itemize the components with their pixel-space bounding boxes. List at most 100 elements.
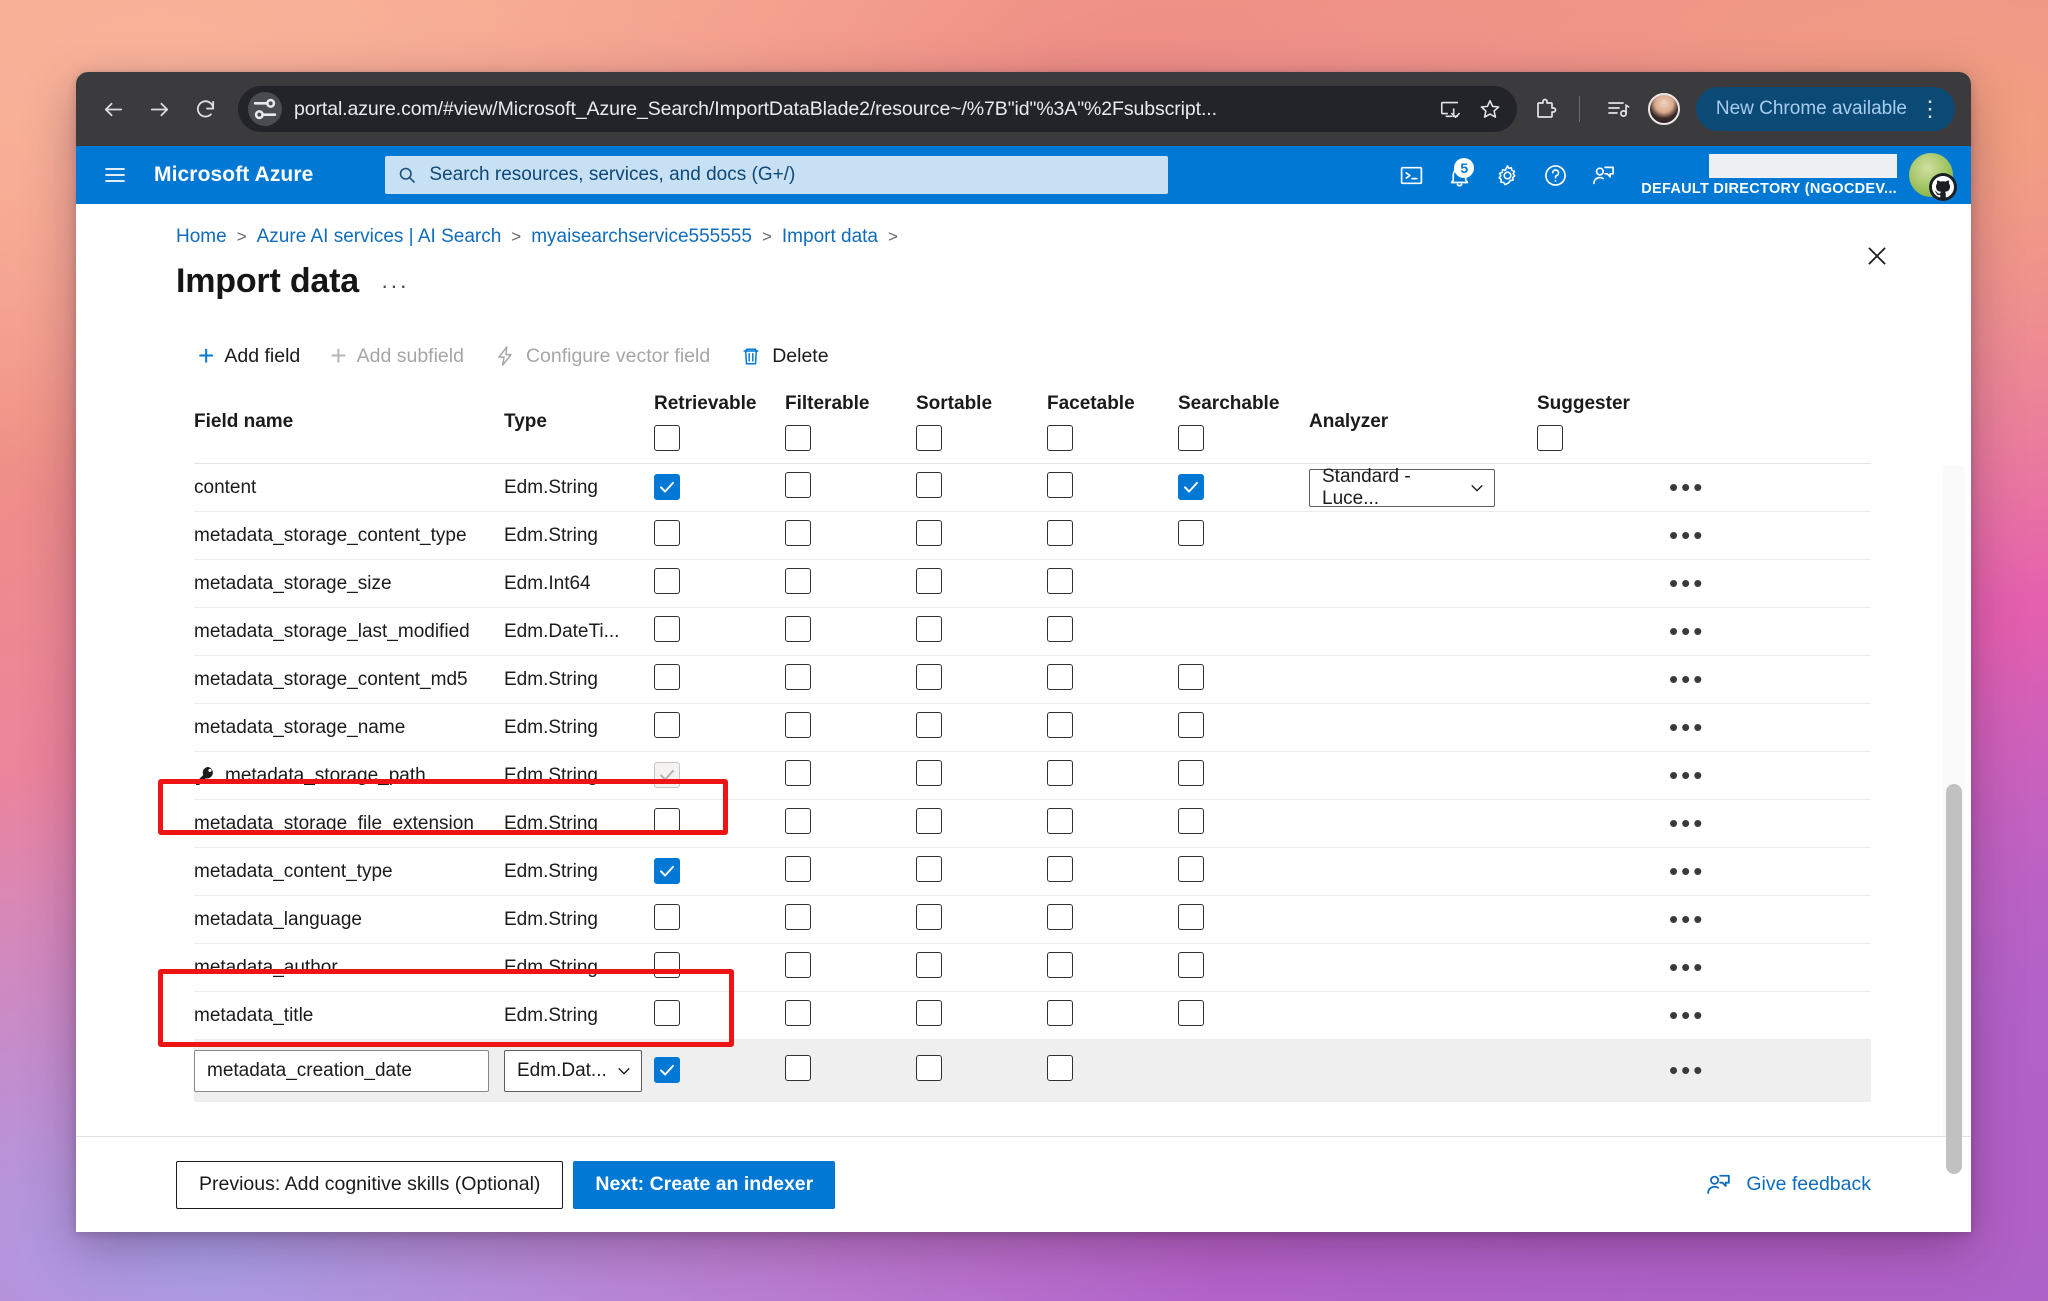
breadcrumb-item-import-data[interactable]: Import data [782,226,878,248]
retrievable-checkbox[interactable] [654,999,680,1026]
facetable-checkbox[interactable] [1047,471,1073,498]
table-row[interactable]: metadata_storage_content_type Edm.String •… [194,511,1871,560]
retrievable-checkbox[interactable] [654,663,680,690]
cloud-shell-icon[interactable] [1389,153,1433,197]
retrievable-checkbox[interactable] [654,857,680,884]
searchable-checkbox[interactable] [1178,807,1204,834]
retrievable-checkbox[interactable] [654,903,680,930]
row-more-menu-icon[interactable]: ••• [1669,520,1705,550]
filterable-checkbox[interactable] [785,855,811,882]
table-row[interactable]: metadata_author Edm.String ••• [194,943,1871,992]
sortable-select-all-checkbox[interactable] [916,425,942,451]
sortable-checkbox[interactable] [916,807,942,834]
retrievable-select-all-checkbox[interactable] [654,425,680,451]
searchable-checkbox[interactable] [1178,663,1204,690]
retrievable-checkbox[interactable] [654,519,680,546]
media-controls-icon[interactable] [1598,89,1638,129]
field-name-input[interactable] [194,1049,489,1092]
configure-vector-field-button[interactable]: Configure vector field [494,345,710,368]
facetable-checkbox[interactable] [1047,711,1073,738]
table-row[interactable]: metadata_storage_content_md5 Edm.String ••… [194,655,1871,704]
filterable-checkbox[interactable] [785,903,811,930]
install-app-icon[interactable] [1433,92,1467,126]
analyzer-select[interactable]: Standard - Luce... [1309,466,1495,509]
facetable-checkbox[interactable] [1047,759,1073,786]
row-more-menu-icon[interactable]: ••• [1669,1055,1705,1085]
searchable-checkbox[interactable] [1178,951,1204,978]
facetable-checkbox[interactable] [1047,807,1073,834]
facetable-checkbox[interactable] [1047,519,1073,546]
filterable-checkbox[interactable] [785,951,811,978]
searchable-checkbox[interactable] [1178,855,1204,882]
table-row-editing[interactable]: Edm.Dat... ••• [194,1039,1871,1102]
sortable-checkbox[interactable] [916,519,942,546]
facetable-checkbox[interactable] [1047,1054,1073,1081]
previous-step-button[interactable]: Previous: Add cognitive skills (Optional… [176,1160,564,1209]
row-more-menu-icon[interactable]: ••• [1669,472,1705,502]
give-feedback-button[interactable]: Give feedback [1705,1171,1871,1198]
table-row[interactable]: metadata_storage_path Edm.String ••• [194,751,1871,800]
retrievable-checkbox[interactable] [654,615,680,642]
searchable-checkbox[interactable] [1178,999,1204,1026]
suggester-select-all-checkbox[interactable] [1537,425,1563,451]
sortable-checkbox[interactable] [916,615,942,642]
retrievable-checkbox[interactable] [654,951,680,978]
facetable-select-all-checkbox[interactable] [1047,425,1073,451]
row-more-menu-icon[interactable]: ••• [1669,808,1705,838]
table-row[interactable]: metadata_storage_size Edm.Int64 ••• [194,559,1871,608]
retrievable-checkbox[interactable] [654,473,680,500]
sortable-checkbox[interactable] [916,663,942,690]
global-search-input[interactable]: Search resources, services, and docs (G+… [385,156,1169,194]
address-bar[interactable]: portal.azure.com/#view/Microsoft_Azure_S… [238,86,1517,132]
delete-button[interactable]: Delete [740,345,829,368]
filterable-checkbox[interactable] [785,807,811,834]
retrievable-checkbox[interactable] [654,807,680,834]
user-avatar[interactable] [1909,153,1957,201]
table-row[interactable]: metadata_storage_name Edm.String ••• [194,703,1871,752]
forward-icon[interactable] [138,88,180,130]
filterable-checkbox[interactable] [785,759,811,786]
row-more-menu-icon[interactable]: ••• [1669,616,1705,646]
retrievable-checkbox[interactable] [654,761,680,788]
notifications-icon[interactable]: 5 [1437,153,1481,197]
bookmark-star-icon[interactable] [1473,92,1507,126]
new-chrome-available-button[interactable]: New Chrome available ⋮ [1695,87,1955,131]
table-row[interactable]: metadata_storage_last_modified Edm.DateTi… [194,607,1871,656]
facetable-checkbox[interactable] [1047,999,1073,1026]
facetable-checkbox[interactable] [1047,567,1073,594]
row-more-menu-icon[interactable]: ••• [1669,904,1705,934]
azure-brand[interactable]: Microsoft Azure [154,163,313,187]
sortable-checkbox[interactable] [916,567,942,594]
row-more-menu-icon[interactable]: ••• [1669,712,1705,742]
site-settings-icon[interactable] [248,92,282,126]
searchable-checkbox[interactable] [1178,759,1204,786]
searchable-checkbox[interactable] [1178,473,1204,500]
table-row[interactable]: metadata_language Edm.String ••• [194,895,1871,944]
facetable-checkbox[interactable] [1047,615,1073,642]
menu-hamburger-icon[interactable] [94,154,136,196]
profile-avatar[interactable] [1647,93,1680,125]
sortable-checkbox[interactable] [916,999,942,1026]
add-subfield-button[interactable]: + Add subfield [330,342,464,369]
facetable-checkbox[interactable] [1047,663,1073,690]
row-more-menu-icon[interactable]: ••• [1669,1000,1705,1030]
row-more-menu-icon[interactable]: ••• [1669,952,1705,982]
sortable-checkbox[interactable] [916,759,942,786]
chrome-menu-icon[interactable]: ⋮ [1915,98,1945,120]
sortable-checkbox[interactable] [916,903,942,930]
sortable-checkbox[interactable] [916,711,942,738]
next-step-button[interactable]: Next: Create an indexer [573,1160,836,1209]
extensions-icon[interactable] [1525,89,1565,129]
filterable-checkbox[interactable] [785,663,811,690]
filterable-checkbox[interactable] [785,1054,811,1081]
table-row[interactable]: metadata_title Edm.String ••• [194,991,1871,1040]
table-row[interactable]: metadata_content_type Edm.String ••• [194,847,1871,896]
searchable-select-all-checkbox[interactable] [1178,425,1204,451]
vertical-scrollbar-thumb[interactable] [1946,784,1962,1174]
retrievable-checkbox[interactable] [654,567,680,594]
facetable-checkbox[interactable] [1047,951,1073,978]
page-more-menu-icon[interactable]: ··· [381,273,409,299]
searchable-checkbox[interactable] [1178,519,1204,546]
sortable-checkbox[interactable] [916,951,942,978]
row-more-menu-icon[interactable]: ••• [1669,856,1705,886]
